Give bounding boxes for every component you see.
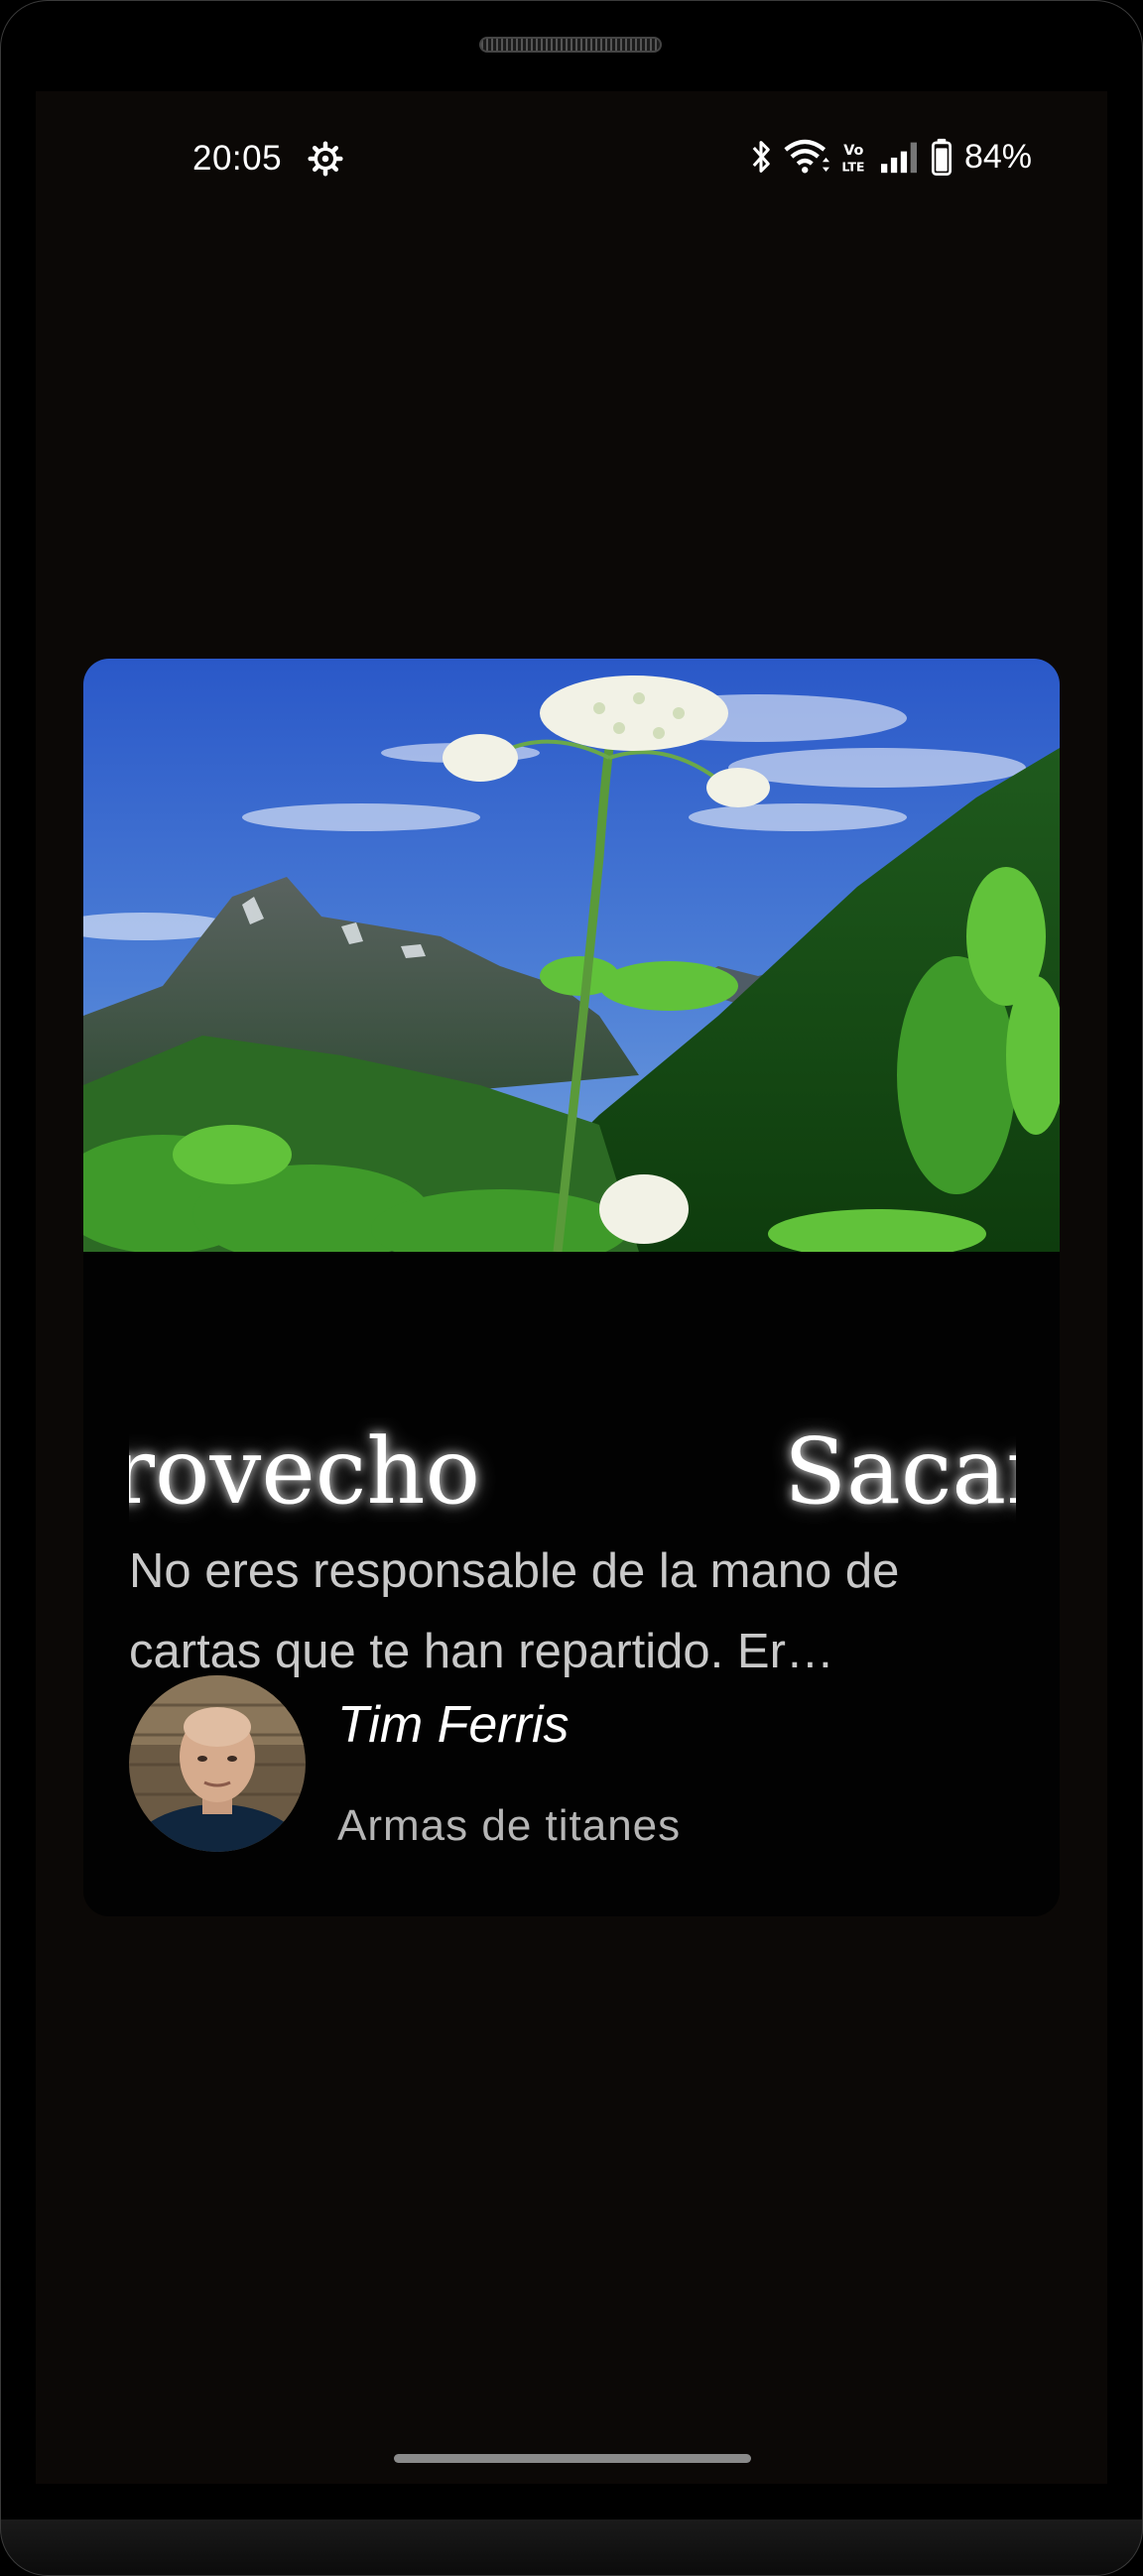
marquee-text-1: rovecho [129,1418,480,1525]
status-icons: Vo LTE 84% [750,137,1032,177]
battery-icon [931,138,952,176]
screen: 20:05 Vo LTE 84% rovecho Saca No eres re… [36,91,1107,2484]
battery-percent: 84% [963,137,1032,176]
home-indicator[interactable] [394,2454,751,2463]
book-title: Armas de titanes [337,1801,682,1850]
card-image [83,659,1060,1252]
svg-text:LTE: LTE [841,159,864,174]
author-avatar [129,1675,306,1852]
author-name: Tim Ferris [337,1696,570,1754]
quote-text: No eres responsable de la mano de cartas… [129,1544,900,1678]
wifi-icon [784,139,829,174]
signal-icon [880,142,917,174]
bluetooth-icon [752,141,770,173]
svg-text:Vo: Vo [843,143,863,159]
marquee-text-2: Sacar [784,1418,1016,1525]
earpiece-speaker [479,37,662,53]
title-marquee: rovecho Sacar [129,1417,1016,1527]
phone-frame: 20:05 Vo LTE 84% rovecho Saca No eres re… [0,0,1143,2576]
bottom-bezel [0,2519,1143,2576]
status-time: 20:05 [192,139,283,178]
settings-gear-icon [308,141,343,177]
quote-card[interactable]: rovecho Sacar No eres responsable de la … [83,659,1060,1916]
volte-icon: Vo LTE [841,143,864,174]
